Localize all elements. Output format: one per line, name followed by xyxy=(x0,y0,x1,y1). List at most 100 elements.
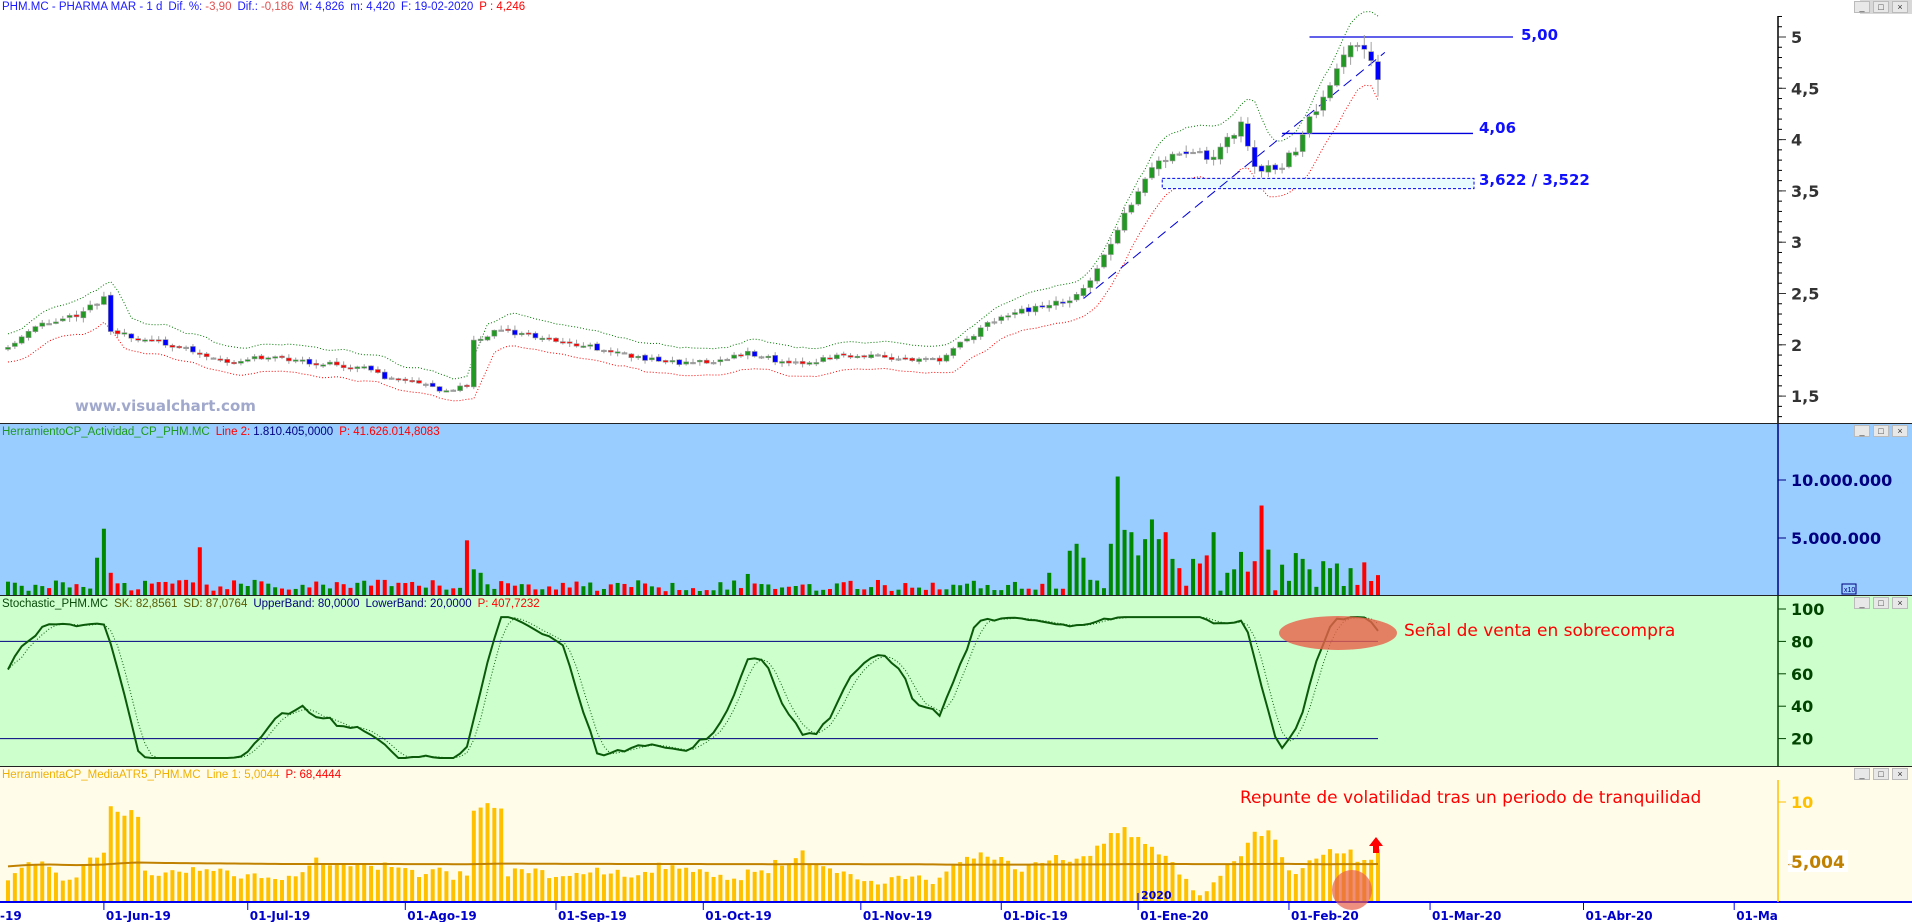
candle[interactable] xyxy=(957,341,963,348)
candle[interactable] xyxy=(813,362,820,365)
candle[interactable] xyxy=(1101,254,1107,268)
atr-bar[interactable] xyxy=(910,876,915,901)
atr-bar[interactable] xyxy=(1266,830,1271,901)
close-icon[interactable]: × xyxy=(1892,1,1908,13)
atr-bar[interactable] xyxy=(464,875,469,901)
atr-bar[interactable] xyxy=(807,863,812,901)
candle[interactable] xyxy=(1073,293,1080,301)
volume-bar[interactable] xyxy=(636,580,641,595)
volume-bar[interactable] xyxy=(786,586,791,595)
atr-bar[interactable] xyxy=(327,865,332,901)
candle[interactable] xyxy=(1142,178,1148,193)
maximize-icon[interactable]: □ xyxy=(1873,1,1889,13)
support-zone-box[interactable] xyxy=(1161,177,1475,190)
atr-bar[interactable] xyxy=(1060,860,1065,901)
atr-bar[interactable] xyxy=(958,862,963,901)
volume-bar[interactable] xyxy=(471,569,476,595)
candle[interactable] xyxy=(512,329,518,336)
candle[interactable] xyxy=(388,377,395,380)
volume-bar[interactable] xyxy=(266,583,271,595)
volume-bar[interactable] xyxy=(512,585,517,595)
candle[interactable] xyxy=(484,336,491,341)
volume-bar[interactable] xyxy=(464,540,469,595)
volume-bar[interactable] xyxy=(129,590,134,595)
volume-bar[interactable] xyxy=(1245,571,1250,595)
volume-bar[interactable] xyxy=(800,584,805,595)
volume-bar[interactable] xyxy=(574,581,579,595)
candle[interactable] xyxy=(238,361,244,364)
atr-bar[interactable] xyxy=(656,862,661,901)
candle[interactable] xyxy=(950,348,957,356)
candle[interactable] xyxy=(217,358,224,361)
volume-bar[interactable] xyxy=(862,589,867,595)
candle[interactable] xyxy=(697,360,703,363)
close-icon[interactable]: × xyxy=(1892,597,1908,609)
candle[interactable] xyxy=(820,357,826,362)
atr-bar[interactable] xyxy=(1019,871,1024,901)
atr-bar[interactable] xyxy=(547,878,552,901)
candle[interactable] xyxy=(1361,44,1368,50)
volume-bar[interactable] xyxy=(773,588,778,595)
candle[interactable] xyxy=(984,322,991,327)
candle[interactable] xyxy=(1217,146,1224,160)
volume-bar[interactable] xyxy=(649,586,654,595)
candle[interactable] xyxy=(368,365,374,371)
candle[interactable] xyxy=(642,354,648,361)
volume-bar[interactable] xyxy=(869,587,874,595)
candle[interactable] xyxy=(546,337,552,340)
volume-bar[interactable] xyxy=(752,583,757,595)
minimize-icon[interactable]: _ xyxy=(1854,768,1870,780)
candle[interactable] xyxy=(1032,305,1039,313)
candle[interactable] xyxy=(1025,307,1032,313)
candle[interactable] xyxy=(1368,51,1374,61)
candle[interactable] xyxy=(1039,305,1046,308)
atr-bar[interactable] xyxy=(869,880,874,901)
volume-bar[interactable] xyxy=(855,589,860,595)
candle[interactable] xyxy=(381,371,388,380)
candle[interactable] xyxy=(1108,243,1114,255)
volume-bar[interactable] xyxy=(992,590,997,595)
atr-bar[interactable] xyxy=(533,868,538,901)
volume-bar[interactable] xyxy=(1341,585,1346,595)
volume-bar[interactable] xyxy=(711,590,716,595)
volume-bar[interactable] xyxy=(259,581,264,595)
atr-bar[interactable] xyxy=(410,869,415,901)
candle[interactable] xyxy=(1197,151,1203,154)
volume-bar[interactable] xyxy=(1054,588,1059,595)
candle[interactable] xyxy=(39,322,46,327)
candle[interactable] xyxy=(943,354,950,362)
volume-bar[interactable] xyxy=(321,584,326,595)
atr-bar[interactable] xyxy=(1033,862,1038,901)
candle[interactable] xyxy=(929,357,936,361)
atr-bar[interactable] xyxy=(245,874,250,901)
candle[interactable] xyxy=(717,359,724,363)
candle[interactable] xyxy=(320,364,326,367)
atr-bar[interactable] xyxy=(259,878,264,901)
volume-bar[interactable] xyxy=(1259,505,1264,595)
candle[interactable] xyxy=(32,326,39,332)
atr-bar[interactable] xyxy=(766,873,771,901)
volume-bar[interactable] xyxy=(437,585,442,595)
volume-bar[interactable] xyxy=(1088,579,1093,595)
candle[interactable] xyxy=(964,338,970,342)
atr-bar[interactable] xyxy=(780,865,785,901)
volume-bar[interactable] xyxy=(101,528,106,595)
atr-bar[interactable] xyxy=(1129,837,1134,901)
candle[interactable] xyxy=(895,358,902,361)
candle[interactable] xyxy=(1156,160,1162,170)
atr-bar[interactable] xyxy=(663,869,668,901)
candle[interactable] xyxy=(1210,156,1217,160)
atr-bar[interactable] xyxy=(937,877,942,901)
atr-bar[interactable] xyxy=(1252,831,1257,901)
volume-bar[interactable] xyxy=(780,587,785,595)
volume-bar[interactable] xyxy=(1067,550,1072,595)
atr-bar[interactable] xyxy=(670,865,675,901)
candle[interactable] xyxy=(758,356,765,359)
atr-bar[interactable] xyxy=(1225,864,1230,901)
atr-bar[interactable] xyxy=(1081,856,1086,901)
volume-bar[interactable] xyxy=(348,587,353,595)
candle[interactable] xyxy=(1135,191,1142,205)
atr-bar[interactable] xyxy=(67,879,72,901)
candle[interactable] xyxy=(1299,134,1306,152)
atr-bar[interactable] xyxy=(965,856,969,901)
